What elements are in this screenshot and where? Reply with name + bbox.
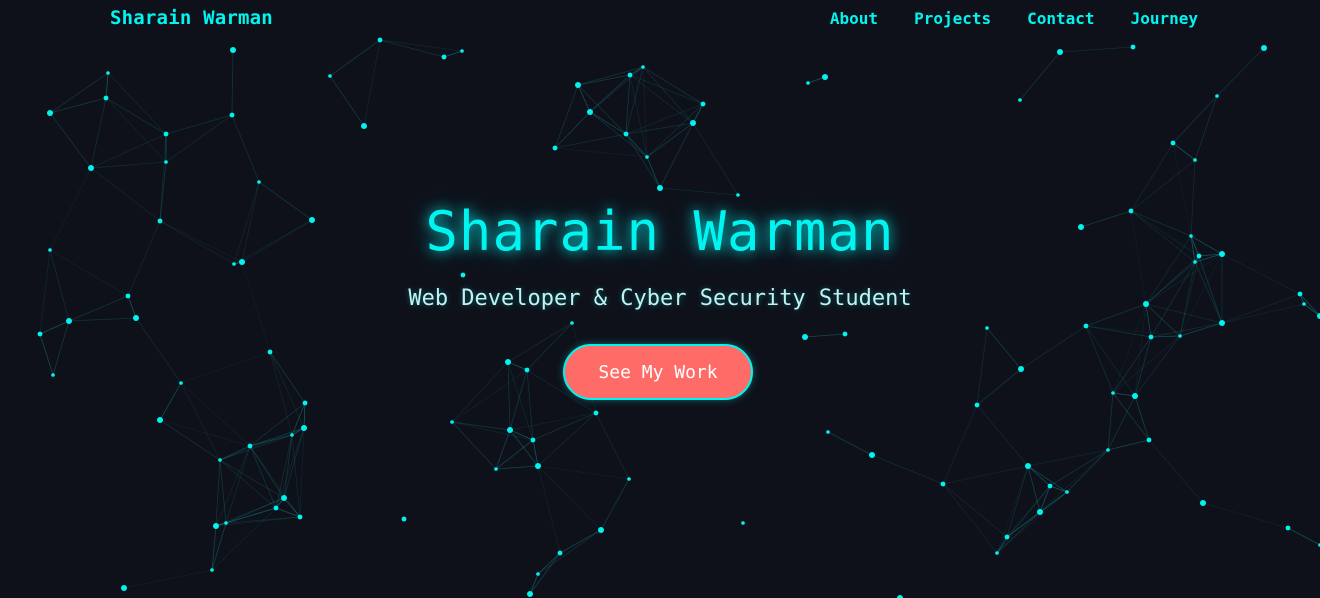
page: Sharain Warman About Projects Contact Jo…: [0, 0, 1320, 598]
hero-section: Sharain Warman Web Developer & Cyber Sec…: [0, 0, 1320, 598]
see-my-work-button[interactable]: See My Work: [563, 344, 753, 400]
hero-subtitle: Web Developer & Cyber Security Student: [408, 286, 912, 311]
hero-title: Sharain Warman: [425, 200, 895, 263]
